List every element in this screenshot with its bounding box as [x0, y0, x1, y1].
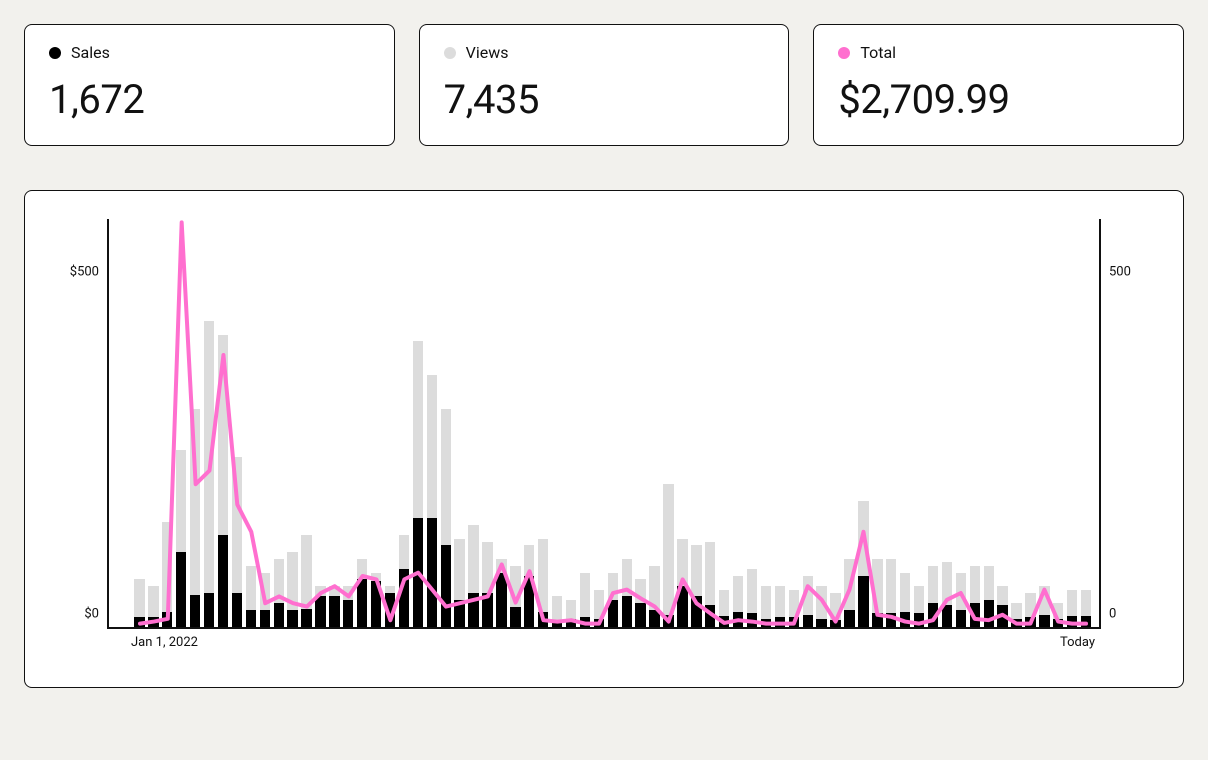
card-total-label-row: Total — [838, 43, 1159, 62]
line-overlay — [109, 219, 1099, 627]
card-views-label: Views — [466, 43, 509, 62]
card-total-value: $2,709.99 — [838, 76, 1159, 123]
card-sales-label-row: Sales — [49, 43, 370, 62]
y-left-tick-0: $0 — [84, 607, 99, 622]
card-views-value: 7,435 — [444, 76, 765, 123]
total-line — [140, 222, 1086, 623]
card-sales-value: 1,672 — [49, 76, 370, 123]
sales-dot-icon — [49, 47, 61, 59]
y-right-tick-1: 500 — [1109, 265, 1131, 280]
views-dot-icon — [444, 47, 456, 59]
y-axis-left: $0 $500 — [55, 219, 105, 629]
analytics-dashboard: Sales 1,672 Views 7,435 Total $2,709.99 … — [0, 0, 1208, 712]
card-views[interactable]: Views 7,435 — [419, 24, 790, 146]
chart-card: $0 $500 0 500 Jan 1, 2022 Today — [24, 190, 1184, 688]
card-total-label: Total — [860, 43, 896, 62]
card-sales[interactable]: Sales 1,672 — [24, 24, 395, 146]
card-views-label-row: Views — [444, 43, 765, 62]
plot-area[interactable] — [107, 219, 1101, 629]
chart-wrap: $0 $500 0 500 Jan 1, 2022 Today — [55, 219, 1153, 659]
total-dot-icon — [838, 47, 850, 59]
x-axis-end-label: Today — [1060, 635, 1095, 650]
card-total[interactable]: Total $2,709.99 — [813, 24, 1184, 146]
y-axis-right: 0 500 — [1103, 219, 1153, 629]
y-right-tick-0: 0 — [1109, 607, 1116, 622]
x-axis-start-label: Jan 1, 2022 — [131, 635, 198, 650]
card-sales-label: Sales — [71, 43, 110, 62]
summary-cards-row: Sales 1,672 Views 7,435 Total $2,709.99 — [24, 24, 1184, 146]
x-axis: Jan 1, 2022 Today — [107, 629, 1101, 659]
y-left-tick-1: $500 — [70, 265, 99, 280]
